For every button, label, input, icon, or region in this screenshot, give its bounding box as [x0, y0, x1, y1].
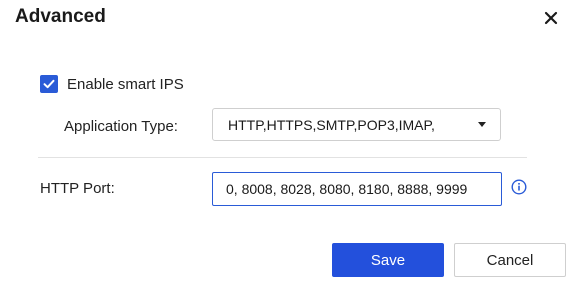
caret-down-icon	[478, 122, 486, 127]
http-port-label: HTTP Port:	[40, 180, 115, 197]
save-button[interactable]: Save	[332, 243, 444, 277]
cancel-button[interactable]: Cancel	[454, 243, 566, 277]
enable-smart-ips-checkbox[interactable]	[40, 75, 58, 93]
application-type-select[interactable]: HTTP,HTTPS,SMTP,POP3,IMAP,	[212, 108, 501, 141]
application-type-value: HTTP,HTTPS,SMTP,POP3,IMAP,	[228, 117, 435, 133]
close-icon[interactable]	[541, 8, 561, 28]
dialog-title: Advanced	[15, 6, 106, 27]
enable-smart-ips-label[interactable]: Enable smart IPS	[67, 75, 184, 94]
checkmark-icon	[43, 79, 55, 89]
info-icon[interactable]	[511, 179, 527, 195]
divider	[38, 157, 527, 158]
http-port-input[interactable]	[212, 172, 502, 206]
application-type-label: Application Type:	[64, 118, 178, 135]
